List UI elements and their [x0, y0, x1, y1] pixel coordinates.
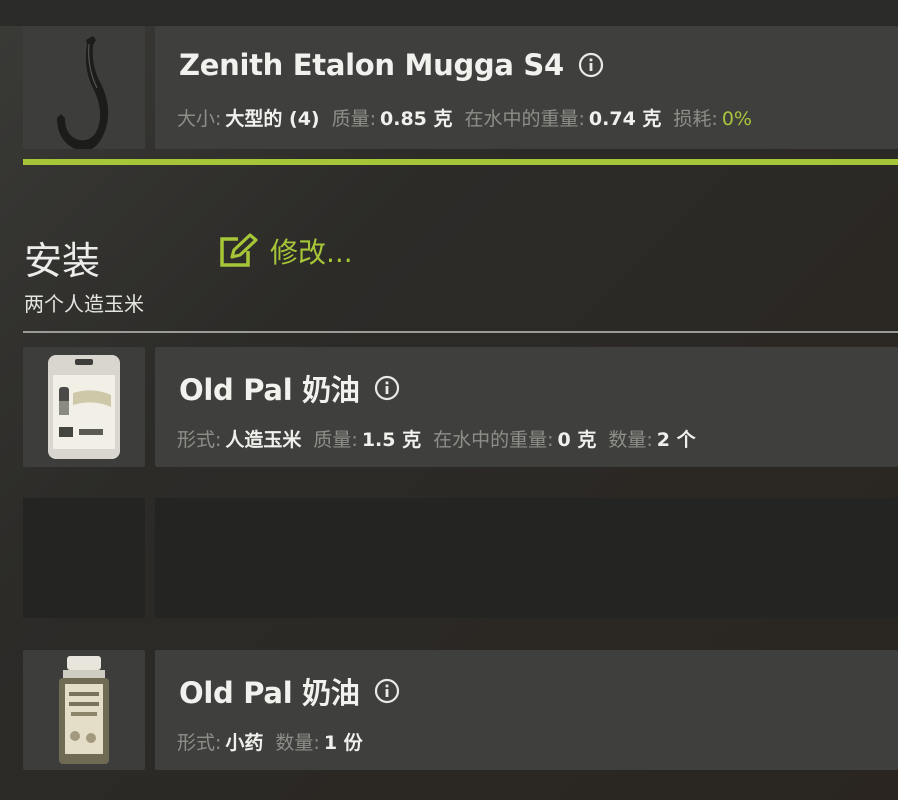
top-shade	[0, 0, 898, 26]
bait-2-name: Old Pal 奶油	[179, 676, 360, 710]
bait-1-water-weight-label: 在水中的重量:	[433, 429, 554, 451]
edit-icon	[220, 233, 258, 267]
bait-2-props: 形式: 小药 数量: 1 份	[177, 728, 375, 755]
empty-slot-card[interactable]	[155, 498, 898, 618]
pellet-bottle-icon	[59, 656, 109, 764]
section-subtitle: 两个人造玉米	[24, 292, 144, 316]
bait-1-water-weight-value: 0 克	[557, 429, 597, 451]
hook-name: Zenith Etalon Mugga S4	[179, 48, 564, 82]
info-icon[interactable]	[374, 678, 400, 704]
bait-1-title-row: Old Pal 奶油	[179, 367, 400, 409]
hook-mass-label: 质量:	[331, 108, 377, 130]
hook-water-weight-label: 在水中的重量:	[464, 108, 585, 130]
hook-card[interactable]: Zenith Etalon Mugga S4 大小: 大型的 (4) 质量: 0…	[155, 26, 898, 149]
hook-icon	[57, 36, 109, 149]
edit-button[interactable]: 修改...	[216, 231, 353, 271]
bait-2-thumbnail[interactable]	[23, 650, 145, 770]
hook-mass-value: 0.85 克	[380, 108, 453, 130]
hook-size-label: 大小:	[177, 108, 222, 130]
hook-size-value: 大型的 (4)	[225, 108, 320, 130]
bait-2-count-value: 1 份	[323, 732, 363, 754]
info-icon[interactable]	[374, 375, 400, 401]
bait-2-form-label: 形式:	[177, 732, 222, 754]
bait-1-count-value: 2 个	[656, 429, 696, 451]
bait-1-props: 形式: 人造玉米 质量: 1.5 克 在水中的重量: 0 克 数量: 2 个	[177, 425, 708, 452]
bait-2-card[interactable]: Old Pal 奶油 形式: 小药 数量: 1 份	[155, 650, 898, 770]
hook-title-row: Zenith Etalon Mugga S4	[179, 48, 604, 82]
hook-water-weight-value: 0.74 克	[588, 108, 662, 130]
bait-1-card[interactable]: Old Pal 奶油 形式: 人造玉米 质量: 1.5 克 在水中的重量: 0 …	[155, 347, 898, 467]
hook-props: 大小: 大型的 (4) 质量: 0.85 克 在水中的重量: 0.74 克 损耗…	[177, 104, 764, 131]
bait-1-form-label: 形式:	[177, 429, 222, 451]
bait-1-mass-label: 质量:	[313, 429, 358, 451]
corn-package-icon	[48, 355, 120, 459]
bait-2-title-row: Old Pal 奶油	[179, 670, 400, 712]
hook-wear-label: 损耗:	[673, 108, 718, 130]
bait-1-thumbnail[interactable]	[23, 347, 145, 467]
bait-1-count-label: 数量:	[608, 429, 653, 451]
empty-slot-thumbnail[interactable]	[23, 498, 145, 618]
bait-1-form-value: 人造玉米	[225, 429, 302, 451]
hook-wear-value: 0%	[721, 108, 752, 130]
hook-thumbnail[interactable]	[23, 26, 145, 149]
info-icon[interactable]	[578, 52, 604, 78]
bait-2-form-value: 小药	[225, 732, 264, 754]
bait-2-count-label: 数量:	[275, 732, 320, 754]
hook-durability-bar	[23, 159, 898, 165]
bait-1-name: Old Pal 奶油	[179, 373, 360, 407]
edit-label: 修改...	[270, 236, 353, 269]
section-divider	[23, 331, 898, 333]
bait-1-mass-value: 1.5 克	[361, 429, 422, 451]
section-title: 安装	[24, 239, 101, 283]
